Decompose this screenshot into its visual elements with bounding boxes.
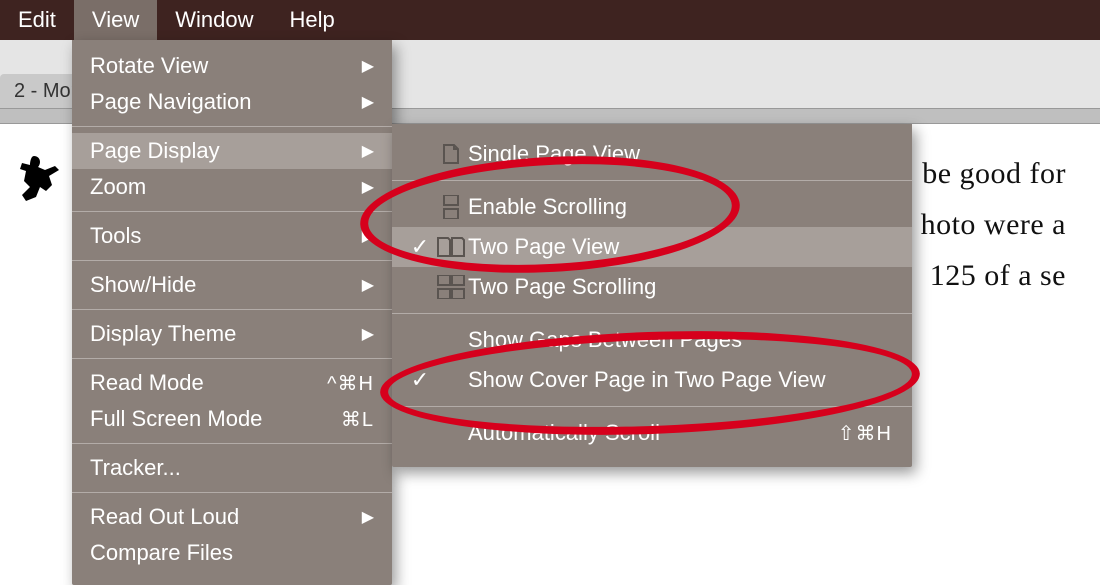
menu-view[interactable]: View xyxy=(74,0,157,40)
two-page-icon xyxy=(434,236,468,258)
menu-item-enable-scrolling[interactable]: Enable Scrolling xyxy=(392,187,912,227)
check-icon: ✓ xyxy=(406,367,434,393)
menu-separator xyxy=(72,309,392,310)
menu-separator xyxy=(72,260,392,261)
menu-item-tracker[interactable]: Tracker... xyxy=(72,450,392,486)
single-page-icon xyxy=(434,143,468,165)
menu-window[interactable]: Window xyxy=(157,0,271,40)
menu-item-two-page-scrolling[interactable]: Two Page Scrolling xyxy=(392,267,912,307)
menu-separator xyxy=(392,313,912,314)
menu-item-show-hide[interactable]: Show/Hide▶ xyxy=(72,267,392,303)
chevron-right-icon: ▶ xyxy=(362,226,374,246)
menu-item-show-gaps[interactable]: Show Gaps Between Pages xyxy=(392,320,912,360)
menu-separator xyxy=(72,126,392,127)
menu-separator xyxy=(72,358,392,359)
chevron-right-icon: ▶ xyxy=(362,507,374,527)
menu-item-two-page-view[interactable]: ✓ Two Page View xyxy=(392,227,912,267)
menu-separator xyxy=(72,443,392,444)
menu-item-single-page-view[interactable]: Single Page View xyxy=(392,134,912,174)
chevron-right-icon: ▶ xyxy=(362,56,374,76)
menu-item-read-out-loud[interactable]: Read Out Loud▶ xyxy=(72,499,392,535)
menu-separator xyxy=(72,492,392,493)
menu-separator xyxy=(392,406,912,407)
single-scroll-icon xyxy=(434,195,468,219)
chevron-right-icon: ▶ xyxy=(362,275,374,295)
menu-item-automatically-scroll[interactable]: Automatically Scroll ⇧⌘H xyxy=(392,413,912,453)
menu-edit[interactable]: Edit xyxy=(0,0,74,40)
menubar: Edit View Window Help xyxy=(0,0,1100,40)
shortcut: ⌘L xyxy=(341,407,374,432)
menu-item-compare-files[interactable]: Compare Files xyxy=(72,535,392,571)
menu-separator xyxy=(72,211,392,212)
menu-item-rotate-view[interactable]: Rotate View▶ xyxy=(72,48,392,84)
page-display-submenu: Single Page View Enable Scrolling ✓ Two … xyxy=(392,124,912,467)
chevron-right-icon: ▶ xyxy=(362,177,374,197)
menu-item-read-mode[interactable]: Read Mode^⌘H xyxy=(72,365,392,401)
menu-item-display-theme[interactable]: Display Theme▶ xyxy=(72,316,392,352)
menu-item-zoom[interactable]: Zoom▶ xyxy=(72,169,392,205)
menu-help[interactable]: Help xyxy=(271,0,352,40)
photographer-silhouette-icon xyxy=(14,150,74,210)
view-dropdown: Rotate View▶ Page Navigation▶ Page Displ… xyxy=(72,40,392,585)
menu-item-page-navigation[interactable]: Page Navigation▶ xyxy=(72,84,392,120)
menu-separator xyxy=(392,180,912,181)
chevron-right-icon: ▶ xyxy=(362,141,374,161)
check-icon: ✓ xyxy=(406,234,434,260)
chevron-right-icon: ▶ xyxy=(362,92,374,112)
menu-item-page-display[interactable]: Page Display▶ xyxy=(72,133,392,169)
chevron-right-icon: ▶ xyxy=(362,324,374,344)
shortcut: ⇧⌘H xyxy=(838,421,892,446)
menu-item-full-screen[interactable]: Full Screen Mode⌘L xyxy=(72,401,392,437)
menu-item-show-cover-page[interactable]: ✓ Show Cover Page in Two Page View xyxy=(392,360,912,400)
menu-item-tools[interactable]: Tools▶ xyxy=(72,218,392,254)
two-page-scroll-icon xyxy=(434,275,468,299)
shortcut: ^⌘H xyxy=(327,371,374,396)
